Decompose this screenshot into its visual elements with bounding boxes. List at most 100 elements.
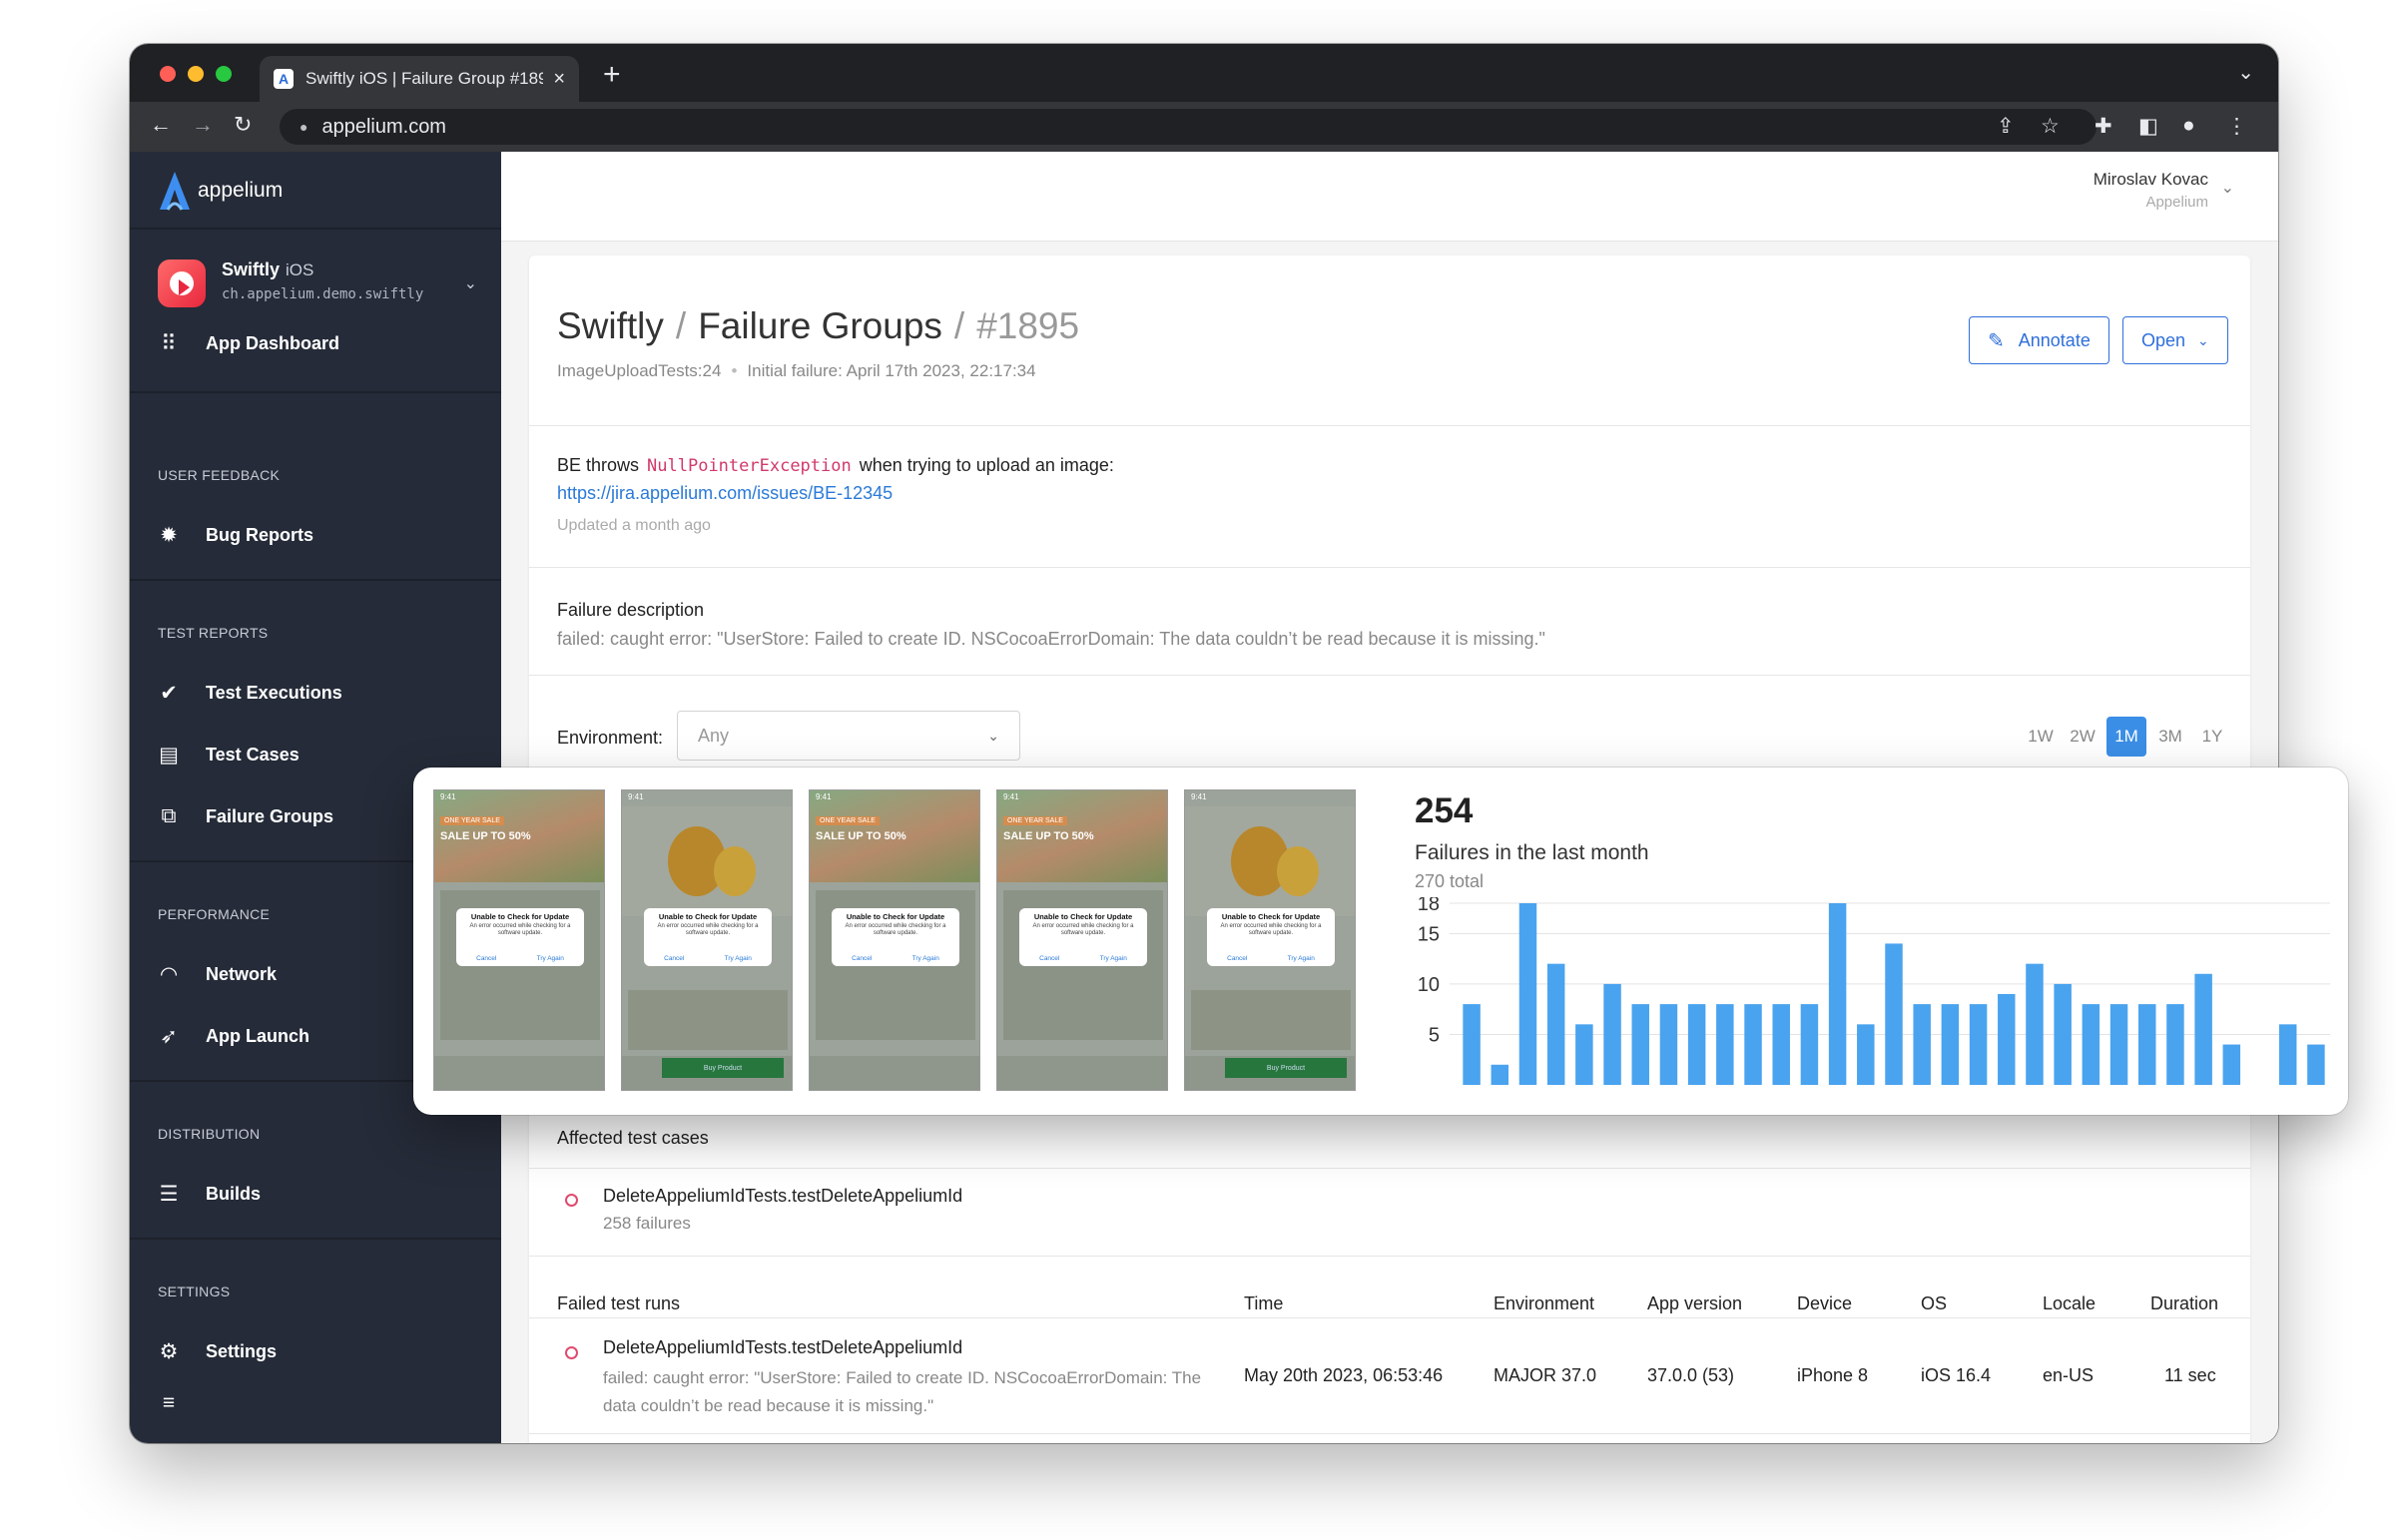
browser-toolbar: ← → ↻ ● appelium.com ⇪ ☆ ✚ ◧ ● ⋮	[130, 102, 2278, 152]
share-icon[interactable]: ⇪	[1997, 114, 2015, 139]
brand-logo[interactable]: appelium	[158, 170, 283, 212]
side-panel-icon[interactable]: ◧	[2138, 114, 2158, 139]
breadcrumb-app[interactable]: Swiftly	[557, 305, 664, 346]
chart-bar	[1575, 1024, 1593, 1085]
screenshot-recommendations	[1191, 990, 1351, 1050]
section-heading-performance: PERFORMANCE	[158, 906, 271, 922]
chart-bar	[2222, 1044, 2241, 1085]
zoom-window-button[interactable]	[216, 66, 232, 82]
column-header-locale[interactable]: Locale	[2043, 1293, 2096, 1314]
failures-bar-chart: 5 10 15 18	[1418, 897, 2330, 1085]
chart-y-tick-label: 5	[1429, 1024, 1440, 1046]
screenshot-thumbnail[interactable]: Buy Product 9:41 Unable to Check for Updat…	[621, 789, 793, 1091]
bookmark-star-icon[interactable]: ☆	[2041, 114, 2060, 139]
sidebar-item-network[interactable]: ◠ Network	[156, 956, 277, 992]
column-header-duration[interactable]: Duration	[2150, 1293, 2218, 1314]
failure-status-icon	[565, 1346, 578, 1359]
user-menu-chevron-icon[interactable]: ⌄	[2221, 178, 2234, 198]
pencil-icon: ✎	[1988, 329, 2005, 352]
sidebar-collapse-button[interactable]: ≡	[156, 1385, 206, 1421]
column-header-environment[interactable]: Environment	[1494, 1293, 1594, 1314]
sidebar-item-settings[interactable]: ⚙ Settings	[156, 1333, 277, 1369]
profile-icon[interactable]: ●	[2182, 114, 2195, 138]
screenshot-mango-image	[714, 846, 756, 896]
screenshot-thumbnail[interactable]: ONE YEAR SALE SALE UP TO 50% 9:41 Unable to…	[433, 789, 605, 1091]
affected-test-name[interactable]: DeleteAppeliumIdTests.testDeleteAppelium…	[603, 1186, 962, 1207]
failure-count-label: Failures in the last month	[1415, 841, 1649, 864]
sidebar-item-test-executions[interactable]: ✔ Test Executions	[156, 675, 342, 711]
screenshot-thumbnail[interactable]: Buy Product 9:41 Unable to Check for Updat…	[1184, 789, 1356, 1091]
top-bar: Miroslav Kovac Appelium ⌄	[501, 152, 2278, 242]
column-header-device[interactable]: Device	[1797, 1293, 1852, 1314]
column-header-time[interactable]: Time	[1244, 1293, 1283, 1314]
run-test-name[interactable]: DeleteAppeliumIdTests.testDeleteAppelium…	[603, 1337, 962, 1358]
screenshot-status-time: 9:41	[1191, 792, 1207, 801]
chart-bar	[1857, 1024, 1875, 1085]
address-bar[interactable]: ● appelium.com	[280, 109, 2096, 145]
browser-menu-icon[interactable]: ⋮	[2226, 114, 2247, 139]
sidebar-item-bug-reports[interactable]: ✹ Bug Reports	[156, 517, 313, 553]
sidebar-item-failure-groups[interactable]: ⧉ Failure Groups	[156, 798, 334, 834]
breadcrumb-failure-groups[interactable]: Failure Groups	[698, 305, 942, 346]
app-platform: iOS	[286, 260, 314, 279]
annotation-code: NullPointerException	[647, 456, 852, 476]
screenshot-sale-headline: SALE UP TO 50%	[1003, 830, 1094, 842]
screenshot-dialog-retry: Try Again	[536, 955, 564, 962]
chevron-down-icon: ⌄	[463, 275, 477, 292]
range-1y[interactable]: 1Y	[2192, 717, 2232, 757]
app-selector[interactable]: Swiftly iOS ch.appelium.demo.swiftly ⌄	[158, 256, 477, 311]
screenshot-thumbnail[interactable]: ONE YEAR SALE SALE UP TO 50% 9:41 Unable to…	[996, 789, 1168, 1091]
tab-close-icon[interactable]: ×	[553, 68, 565, 91]
screenshot-dialog-title: Unable to Check for Update	[846, 912, 945, 921]
sidebar-item-test-cases[interactable]: ▤ Test Cases	[156, 737, 300, 772]
failure-overview-panel: ONE YEAR SALE SALE UP TO 50% 9:41 Unable to…	[413, 768, 2348, 1115]
column-header-app-version[interactable]: App version	[1647, 1293, 1742, 1314]
screenshot-status-time: 9:41	[1003, 792, 1019, 801]
jira-issue-link[interactable]: https://jira.appelium.com/issues/BE-1234…	[557, 483, 893, 504]
environment-select[interactable]: Any ⌄	[677, 711, 1020, 761]
close-window-button[interactable]	[160, 66, 176, 82]
minimize-window-button[interactable]	[188, 66, 204, 82]
open-label: Open	[2141, 329, 2186, 350]
range-1w[interactable]: 1W	[2021, 717, 2061, 757]
back-arrow-icon[interactable]: ←	[150, 112, 172, 138]
reload-icon[interactable]: ↻	[234, 112, 252, 138]
open-dropdown-button[interactable]: Open ⌄	[2122, 316, 2228, 364]
range-2w[interactable]: 2W	[2063, 717, 2102, 757]
user-organization: Appelium	[2145, 194, 2208, 211]
hamburger-menu-icon: ≡	[162, 1391, 176, 1414]
screenshot-thumbnail[interactable]: ONE YEAR SALE SALE UP TO 50% 9:41 Unable to…	[809, 789, 980, 1091]
tab-search-chevron-icon[interactable]: ⌄	[2237, 60, 2254, 85]
user-name[interactable]: Miroslav Kovac	[2094, 170, 2208, 190]
environment-value: Any	[698, 725, 730, 746]
browser-tab-active[interactable]: A Swiftly iOS | Failure Group #1895 ×	[260, 56, 579, 102]
chart-bar	[2109, 1004, 2128, 1085]
screenshot-mango-image	[1277, 846, 1319, 896]
sidebar-item-builds[interactable]: ☰ Builds	[156, 1176, 261, 1212]
screenshot-dialog-message: An error occurred while checking for a s…	[1220, 923, 1322, 936]
screenshot-dialog-title: Unable to Check for Update	[470, 912, 570, 921]
column-header-os[interactable]: OS	[1921, 1293, 1947, 1314]
screenshot-dialog-retry: Try Again	[724, 955, 752, 962]
new-tab-icon[interactable]: +	[603, 58, 621, 92]
screenshot-dialog-cancel: Cancel	[1039, 955, 1060, 962]
range-1m[interactable]: 1M	[2106, 717, 2146, 757]
chart-bar	[1463, 1004, 1481, 1085]
range-3m[interactable]: 3M	[2150, 717, 2190, 757]
sidebar-item-app-launch[interactable]: ➶ App Launch	[156, 1018, 309, 1054]
chart-bar	[2054, 983, 2072, 1085]
annotate-button[interactable]: ✎ Annotate	[1969, 316, 2109, 364]
chart-bar	[1772, 1004, 1790, 1085]
sidebar-item-app-dashboard[interactable]: ⠿ App Dashboard	[156, 325, 339, 361]
wifi-icon: ◠	[159, 962, 179, 986]
run-error-text: failed: caught error: "UserStore: Failed…	[603, 1368, 1202, 1415]
extensions-puzzle-icon[interactable]: ✚	[2095, 114, 2112, 139]
chart-bar	[1546, 963, 1565, 1085]
forward-arrow-icon[interactable]: →	[192, 112, 214, 138]
divider	[529, 1317, 2250, 1318]
divider	[529, 675, 2250, 676]
screenshot-recommendations	[628, 990, 788, 1050]
chart-y-tick-label: 15	[1418, 923, 1440, 945]
chart-y-tick-label: 18	[1418, 897, 1440, 915]
screenshot-sale-tag: ONE YEAR SALE	[816, 816, 880, 825]
